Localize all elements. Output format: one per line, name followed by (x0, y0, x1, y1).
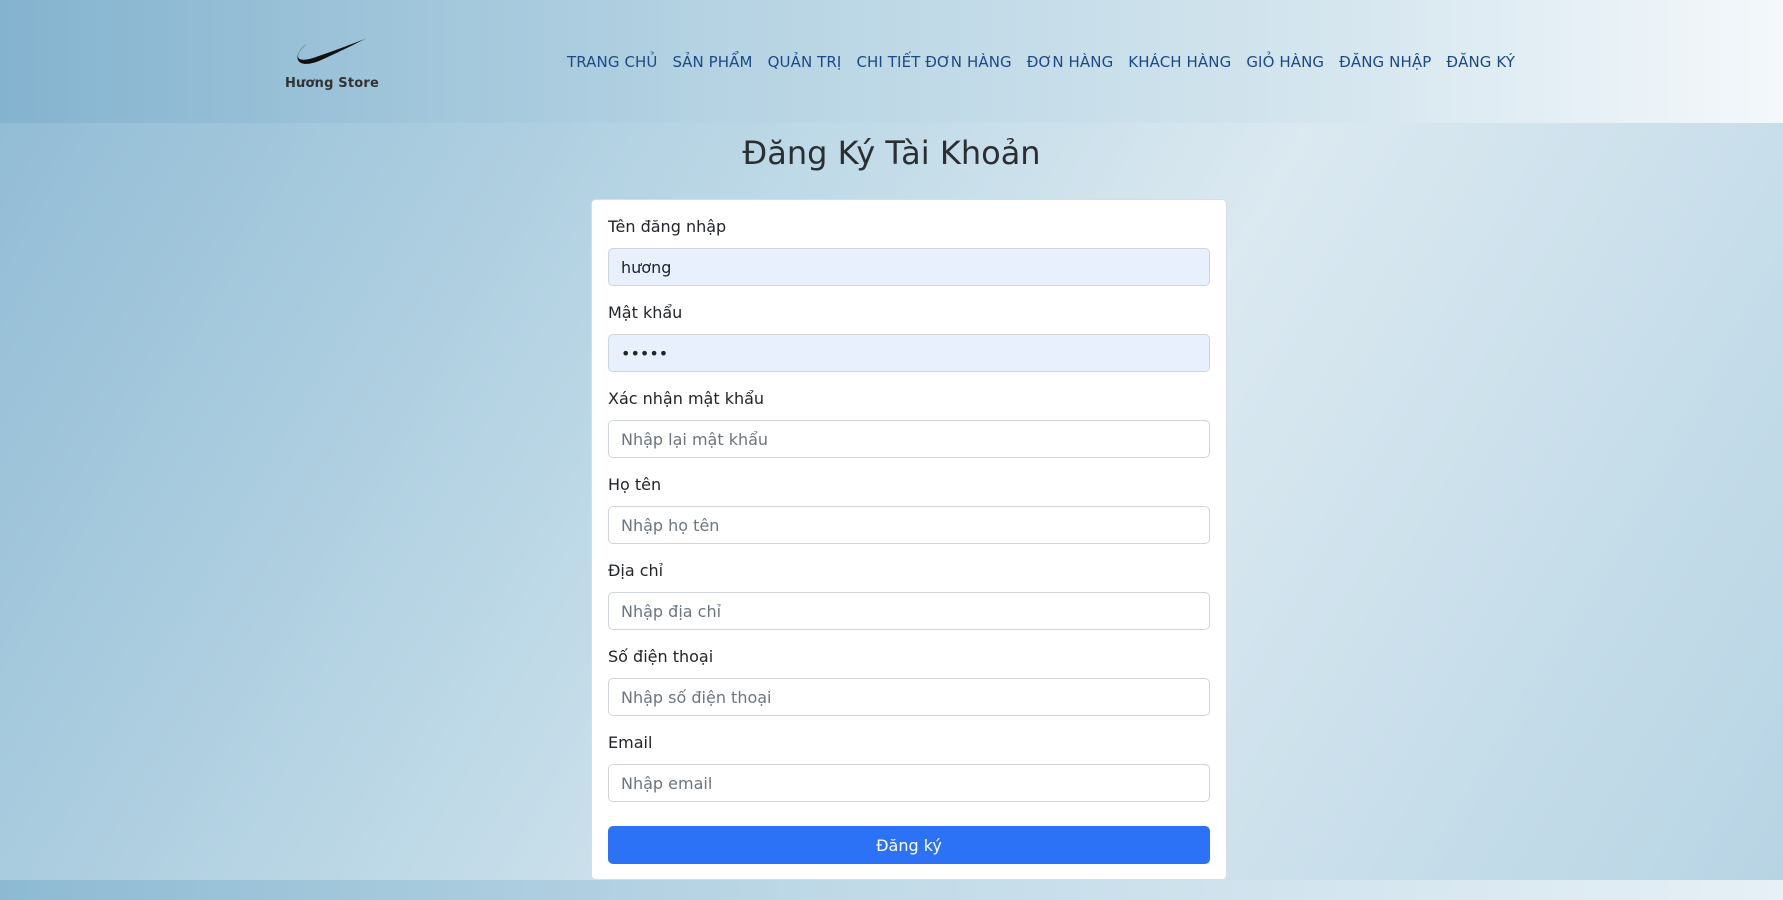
swoosh-icon (297, 38, 367, 64)
email-input[interactable] (608, 764, 1210, 802)
email-label: Email (608, 733, 653, 752)
site-header: Hương Store TRANG CHỦ SẢN PHẨM QUẢN TRỊ … (0, 0, 1783, 123)
full-name-input[interactable] (608, 506, 1210, 544)
nav-item-home[interactable]: TRANG CHỦ (567, 53, 657, 75)
address-label: Địa chỉ (608, 561, 664, 580)
phone-input[interactable] (608, 678, 1210, 716)
brand-name: Hương Store (284, 76, 380, 91)
password-input[interactable] (608, 334, 1210, 372)
nav-item-customers[interactable]: KHÁCH HÀNG (1128, 53, 1231, 75)
nav-item-order-details[interactable]: CHI TIẾT ĐƠN HÀNG (856, 53, 1011, 75)
password-label: Mật khẩu (608, 303, 683, 322)
register-button[interactable]: Đăng ký (608, 826, 1210, 864)
nav-item-orders[interactable]: ĐƠN HÀNG (1027, 53, 1114, 75)
address-input[interactable] (608, 592, 1210, 630)
username-input[interactable] (608, 248, 1210, 286)
full-name-label: Họ tên (608, 475, 662, 494)
nav-item-admin[interactable]: QUẢN TRỊ (768, 53, 842, 75)
register-form: Tên đăng nhập Mật khẩu Xác nhận mật khẩu… (591, 199, 1227, 880)
confirm-password-label: Xác nhận mật khẩu (608, 389, 765, 408)
nav-item-register[interactable]: ĐĂNG KÝ (1446, 53, 1515, 75)
confirm-password-input[interactable] (608, 420, 1210, 458)
nav-item-products[interactable]: SẢN PHẨM (672, 53, 752, 75)
page-title: Đăng Ký Tài Khoản (742, 134, 1041, 172)
phone-label: Số điện thoại (608, 647, 714, 666)
footer-strip (0, 880, 1783, 900)
nav-item-login[interactable]: ĐĂNG NHẬP (1339, 53, 1431, 75)
nav-item-cart[interactable]: GIỎ HÀNG (1246, 53, 1324, 75)
brand-logo[interactable]: Hương Store (282, 36, 382, 108)
main-nav: TRANG CHỦ SẢN PHẨM QUẢN TRỊ CHI TIẾT ĐƠN… (567, 53, 1515, 75)
username-label: Tên đăng nhập (608, 217, 727, 236)
